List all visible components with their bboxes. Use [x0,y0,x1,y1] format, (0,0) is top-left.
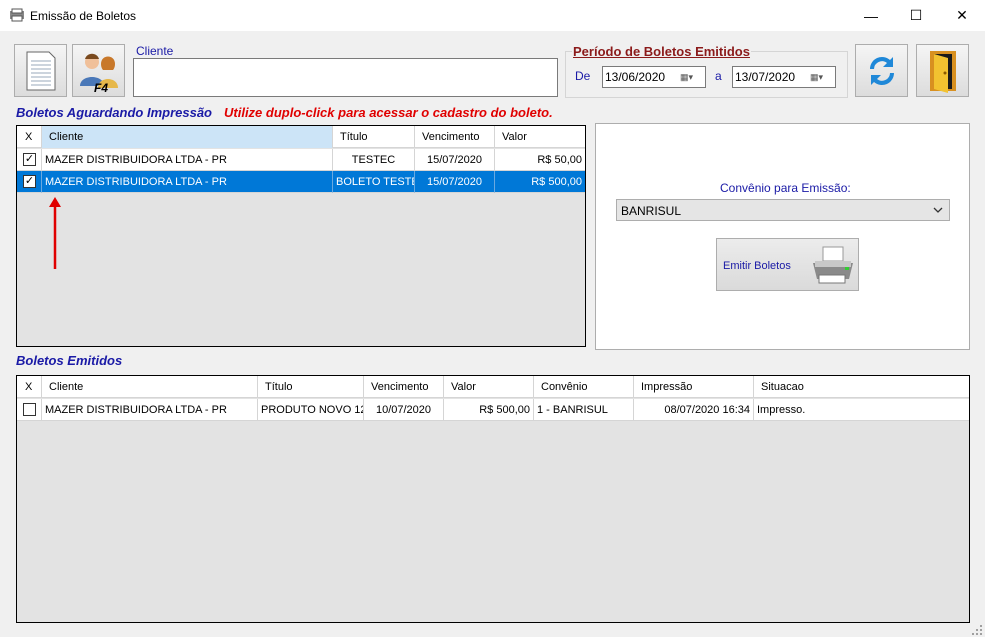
minimize-icon: — [864,7,878,24]
titulo-cell: TESTEC [333,149,415,171]
col-titulo[interactable]: Título [333,126,415,148]
vencimento-cell: 15/07/2020 [415,149,495,171]
double-click-hint: Utilize duplo-click para acessar o cadas… [224,105,553,120]
de-label: De [575,69,591,83]
cliente-cell: MAZER DISTRIBUIDORA LTDA - PR [42,171,333,193]
table-row[interactable]: MAZER DISTRIBUIDORA LTDA - PR PRODUTO NO… [17,399,969,421]
emitir-boletos-button[interactable]: Emitir Boletos [716,238,859,291]
date-from-value: 13/06/2020 [605,70,666,84]
col-convenio[interactable]: Convênio [534,376,634,398]
valor-cell: R$ 50,00 [495,149,585,171]
convenio-value: BANRISUL [621,204,682,218]
cliente-cell: MAZER DISTRIBUIDORA LTDA - PR [42,399,258,421]
impressao-cell: 08/07/2020 16:34 [634,399,754,421]
vencimento-cell: 15/07/2020 [415,171,495,193]
date-to-value: 13/07/2020 [735,70,796,84]
users-icon: F4 [79,53,118,94]
date-from-field[interactable]: 13/06/2020 ▦▾ [602,66,706,88]
refresh-icon [869,56,894,85]
col-impressao[interactable]: Impressão [634,376,754,398]
col-valor[interactable]: Valor [495,126,585,148]
cliente-input[interactable] [133,58,558,97]
calendar-dropdown-icon[interactable]: ▦▾ [680,70,702,84]
valor-cell: R$ 500,00 [495,171,585,193]
emitir-boletos-label: Emitir Boletos [723,260,791,272]
a-label: a [715,69,722,83]
cliente-label: Cliente [136,44,174,58]
emissao-panel [595,123,970,350]
emitidos-title: Boletos Emitidos [16,353,123,368]
emitidos-grid[interactable]: X Cliente Título Vencimento Valor Convên… [16,375,970,623]
calendar-dropdown-icon[interactable]: ▦▾ [810,70,832,84]
vencimento-cell: 10/07/2020 [364,399,444,421]
periodo-title: Período de Boletos Emitidos [572,44,751,59]
title-bar: Emissão de Boletos — ☐ ✕ [0,0,985,31]
row-checkbox-cell[interactable] [17,399,42,421]
app-icon [9,8,25,22]
row-checkbox-cell[interactable]: ✓ [17,171,42,193]
col-titulo[interactable]: Título [258,376,364,398]
table-row-selected[interactable]: ✓ MAZER DISTRIBUIDORA LTDA - PR BOLETO T… [17,171,585,193]
aguardando-grid[interactable]: X Cliente Título Vencimento Valor ✓ MAZE… [16,125,586,347]
col-vencimento[interactable]: Vencimento [415,126,495,148]
convenio-cell: 1 - BANRISUL [534,399,634,421]
titulo-cell: BOLETO TESTE [333,171,415,193]
annotation-arrow-up [49,197,61,269]
date-to-field[interactable]: 13/07/2020 ▦▾ [732,66,836,88]
row-checkbox[interactable]: ✓ [23,175,36,188]
resize-grip-icon[interactable] [971,624,983,636]
exit-button[interactable] [916,44,969,97]
convenio-select[interactable]: BANRISUL [616,199,950,221]
close-button[interactable]: ✕ [939,0,985,31]
f4-label: F4 [94,81,108,94]
grid-header: X Cliente Título Vencimento Valor Convên… [17,376,969,398]
chevron-down-icon [933,207,943,213]
col-cliente[interactable]: Cliente [42,126,333,148]
col-cliente[interactable]: Cliente [42,376,258,398]
maximize-button[interactable]: ☐ [893,0,939,31]
convenio-label: Convênio para Emissão: [720,181,851,195]
col-situacao[interactable]: Situacao [754,376,969,398]
row-checkbox-cell[interactable]: ✓ [17,149,42,171]
document-icon [26,51,55,90]
titulo-cell: PRODUTO NOVO 12 [258,399,364,421]
row-checkbox[interactable] [23,403,36,416]
aguardando-title: Boletos Aguardando Impressão [16,105,212,120]
refresh-button[interactable] [855,44,908,97]
window-title: Emissão de Boletos [30,9,137,23]
new-document-button[interactable] [14,44,67,97]
grid-header: X Cliente Título Vencimento Valor [17,126,585,148]
col-valor[interactable]: Valor [444,376,534,398]
col-x[interactable]: X [17,126,42,148]
minimize-button[interactable]: — [848,0,894,31]
maximize-icon: ☐ [909,7,923,23]
valor-cell: R$ 500,00 [444,399,534,421]
table-row[interactable]: ✓ MAZER DISTRIBUIDORA LTDA - PR TESTEC 1… [17,149,585,171]
situacao-cell: Impresso. [754,399,969,421]
printer-icon [813,246,853,284]
door-exit-icon [929,50,956,93]
search-client-button[interactable]: F4 [72,44,125,97]
cliente-cell: MAZER DISTRIBUIDORA LTDA - PR [42,149,333,171]
close-icon: ✕ [956,7,968,23]
row-checkbox[interactable]: ✓ [23,153,36,166]
col-x[interactable]: X [17,376,42,398]
col-vencimento[interactable]: Vencimento [364,376,444,398]
